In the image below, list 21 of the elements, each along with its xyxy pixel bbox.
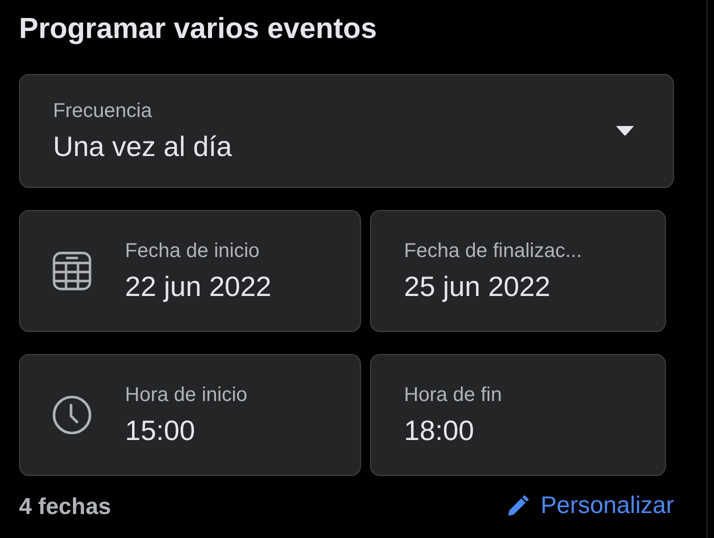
field-value: Una vez al día xyxy=(53,130,233,162)
caret-icon xyxy=(615,125,635,137)
calendar-icon xyxy=(52,251,92,291)
field-label: Fecha de finalizac... xyxy=(404,240,582,262)
date-count: 4 fechas xyxy=(19,492,112,520)
picker-field[interactable]: Hora de fin 18:00 xyxy=(370,354,666,476)
clock-icon xyxy=(52,395,92,435)
picker-field[interactable]: Hora de inicio 15:00 xyxy=(19,354,361,476)
field-label: Hora de inicio xyxy=(125,384,248,406)
field-label: Fecha de inicio xyxy=(125,240,261,262)
field-value: 15:00 xyxy=(125,414,196,446)
frequency-dropdown[interactable]: Frecuencia Una vez al día xyxy=(19,74,674,188)
field-value: 25 jun 2022 xyxy=(404,270,552,302)
field-value: 22 jun 2022 xyxy=(125,270,272,302)
panel-title: Programar varios eventos xyxy=(19,12,378,47)
field-label: Frecuencia xyxy=(53,100,153,122)
field-value: 18:00 xyxy=(404,414,476,446)
picker-field[interactable]: Fecha de finalizac... 25 jun 2022 xyxy=(370,210,666,332)
picker-field[interactable]: Fecha de inicio 22 jun 2022 xyxy=(19,210,361,332)
customize-link[interactable]: Personalizar xyxy=(504,492,674,520)
field-label: Hora de fin xyxy=(404,384,502,406)
